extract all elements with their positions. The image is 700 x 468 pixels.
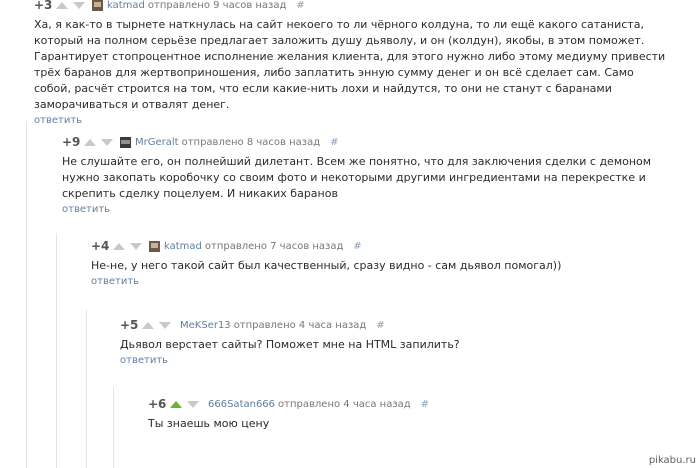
comment-text: Ты знаешь мою цену [148, 417, 270, 430]
thread-line [113, 387, 114, 468]
avatar-icon [120, 136, 131, 148]
upvote-icon[interactable] [84, 138, 96, 146]
upvote-icon[interactable] [56, 1, 68, 9]
comment-header: +4 katmad отправлено 7 часов назад # [91, 238, 651, 254]
comment-permalink[interactable]: # [376, 320, 384, 331]
reply-link[interactable]: ответить [62, 204, 662, 215]
comment-permalink[interactable]: # [421, 399, 429, 410]
comment-author[interactable]: 666Satan666 [208, 399, 275, 410]
comment: +5 MeKSer13 отправлено 4 часа назад # Дь… [120, 317, 640, 366]
comment-text: Не-не, у него такой сайт был качественны… [91, 259, 562, 272]
comment-timestamp: отправлено 8 часов назад [181, 136, 321, 148]
thread-line [86, 309, 87, 468]
comment-rating: +9 [62, 135, 81, 149]
downvote-icon[interactable] [130, 242, 142, 250]
comment: +4 katmad отправлено 7 часов назад # Не-… [91, 238, 651, 287]
comment-permalink[interactable]: # [296, 0, 304, 11]
comment-author[interactable]: katmad [107, 0, 145, 11]
reply-link[interactable]: ответить [34, 115, 670, 126]
comment-author[interactable]: katmad [164, 241, 202, 252]
downvote-icon[interactable] [159, 321, 171, 329]
comment-timestamp: отправлено 7 часов назад [204, 240, 344, 252]
avatar-icon [92, 0, 103, 11]
comment: +9 MrGeralt отправлено 8 часов назад # Н… [62, 134, 662, 215]
upvote-icon[interactable] [142, 321, 154, 329]
reply-link[interactable]: ответить [120, 355, 640, 366]
upvote-icon[interactable] [113, 242, 125, 250]
comment-rating: +3 [34, 0, 53, 12]
comment-rating: +5 [120, 318, 139, 332]
watermark: pikabu.ru [648, 455, 696, 466]
comment-permalink[interactable]: # [330, 137, 338, 148]
downvote-icon[interactable] [101, 138, 113, 146]
comment-rating: +4 [91, 239, 110, 253]
comment-timestamp: отправлено 4 часа назад [278, 398, 411, 410]
upvote-icon[interactable] [170, 400, 182, 408]
comment-author[interactable]: MeKSer13 [180, 320, 231, 331]
comment-header: +9 MrGeralt отправлено 8 часов назад # [62, 134, 662, 150]
comment-timestamp: отправлено 4 часа назад [233, 319, 367, 331]
thread-line [26, 122, 27, 468]
comment-author[interactable]: MrGeralt [135, 137, 179, 148]
comment: +3 katmad отправлено 9 часов назад # Ха,… [34, 0, 670, 126]
comment-permalink[interactable]: # [353, 241, 361, 252]
avatar-icon [149, 240, 160, 252]
comment-text: Дьявол верстает сайты? Поможет мне на HT… [120, 338, 460, 351]
comment-header: +6 666Satan666 отправлено 4 часа назад # [148, 396, 648, 412]
thread-line [56, 233, 57, 468]
reply-link[interactable]: ответить [91, 276, 651, 287]
comment-rating: +6 [148, 397, 167, 411]
comment-header: +5 MeKSer13 отправлено 4 часа назад # [120, 317, 640, 333]
comment: +6 666Satan666 отправлено 4 часа назад #… [148, 396, 648, 432]
comment-text: Не слушайте его, он полнейший дилетант. … [62, 155, 652, 200]
comment-header: +3 katmad отправлено 9 часов назад # [34, 0, 670, 13]
downvote-icon[interactable] [73, 1, 85, 9]
comment-text: Ха, я как-то в тырнете наткнулась на сай… [34, 18, 666, 111]
comment-timestamp: отправлено 9 часов назад [147, 0, 287, 11]
downvote-icon[interactable] [187, 400, 199, 408]
